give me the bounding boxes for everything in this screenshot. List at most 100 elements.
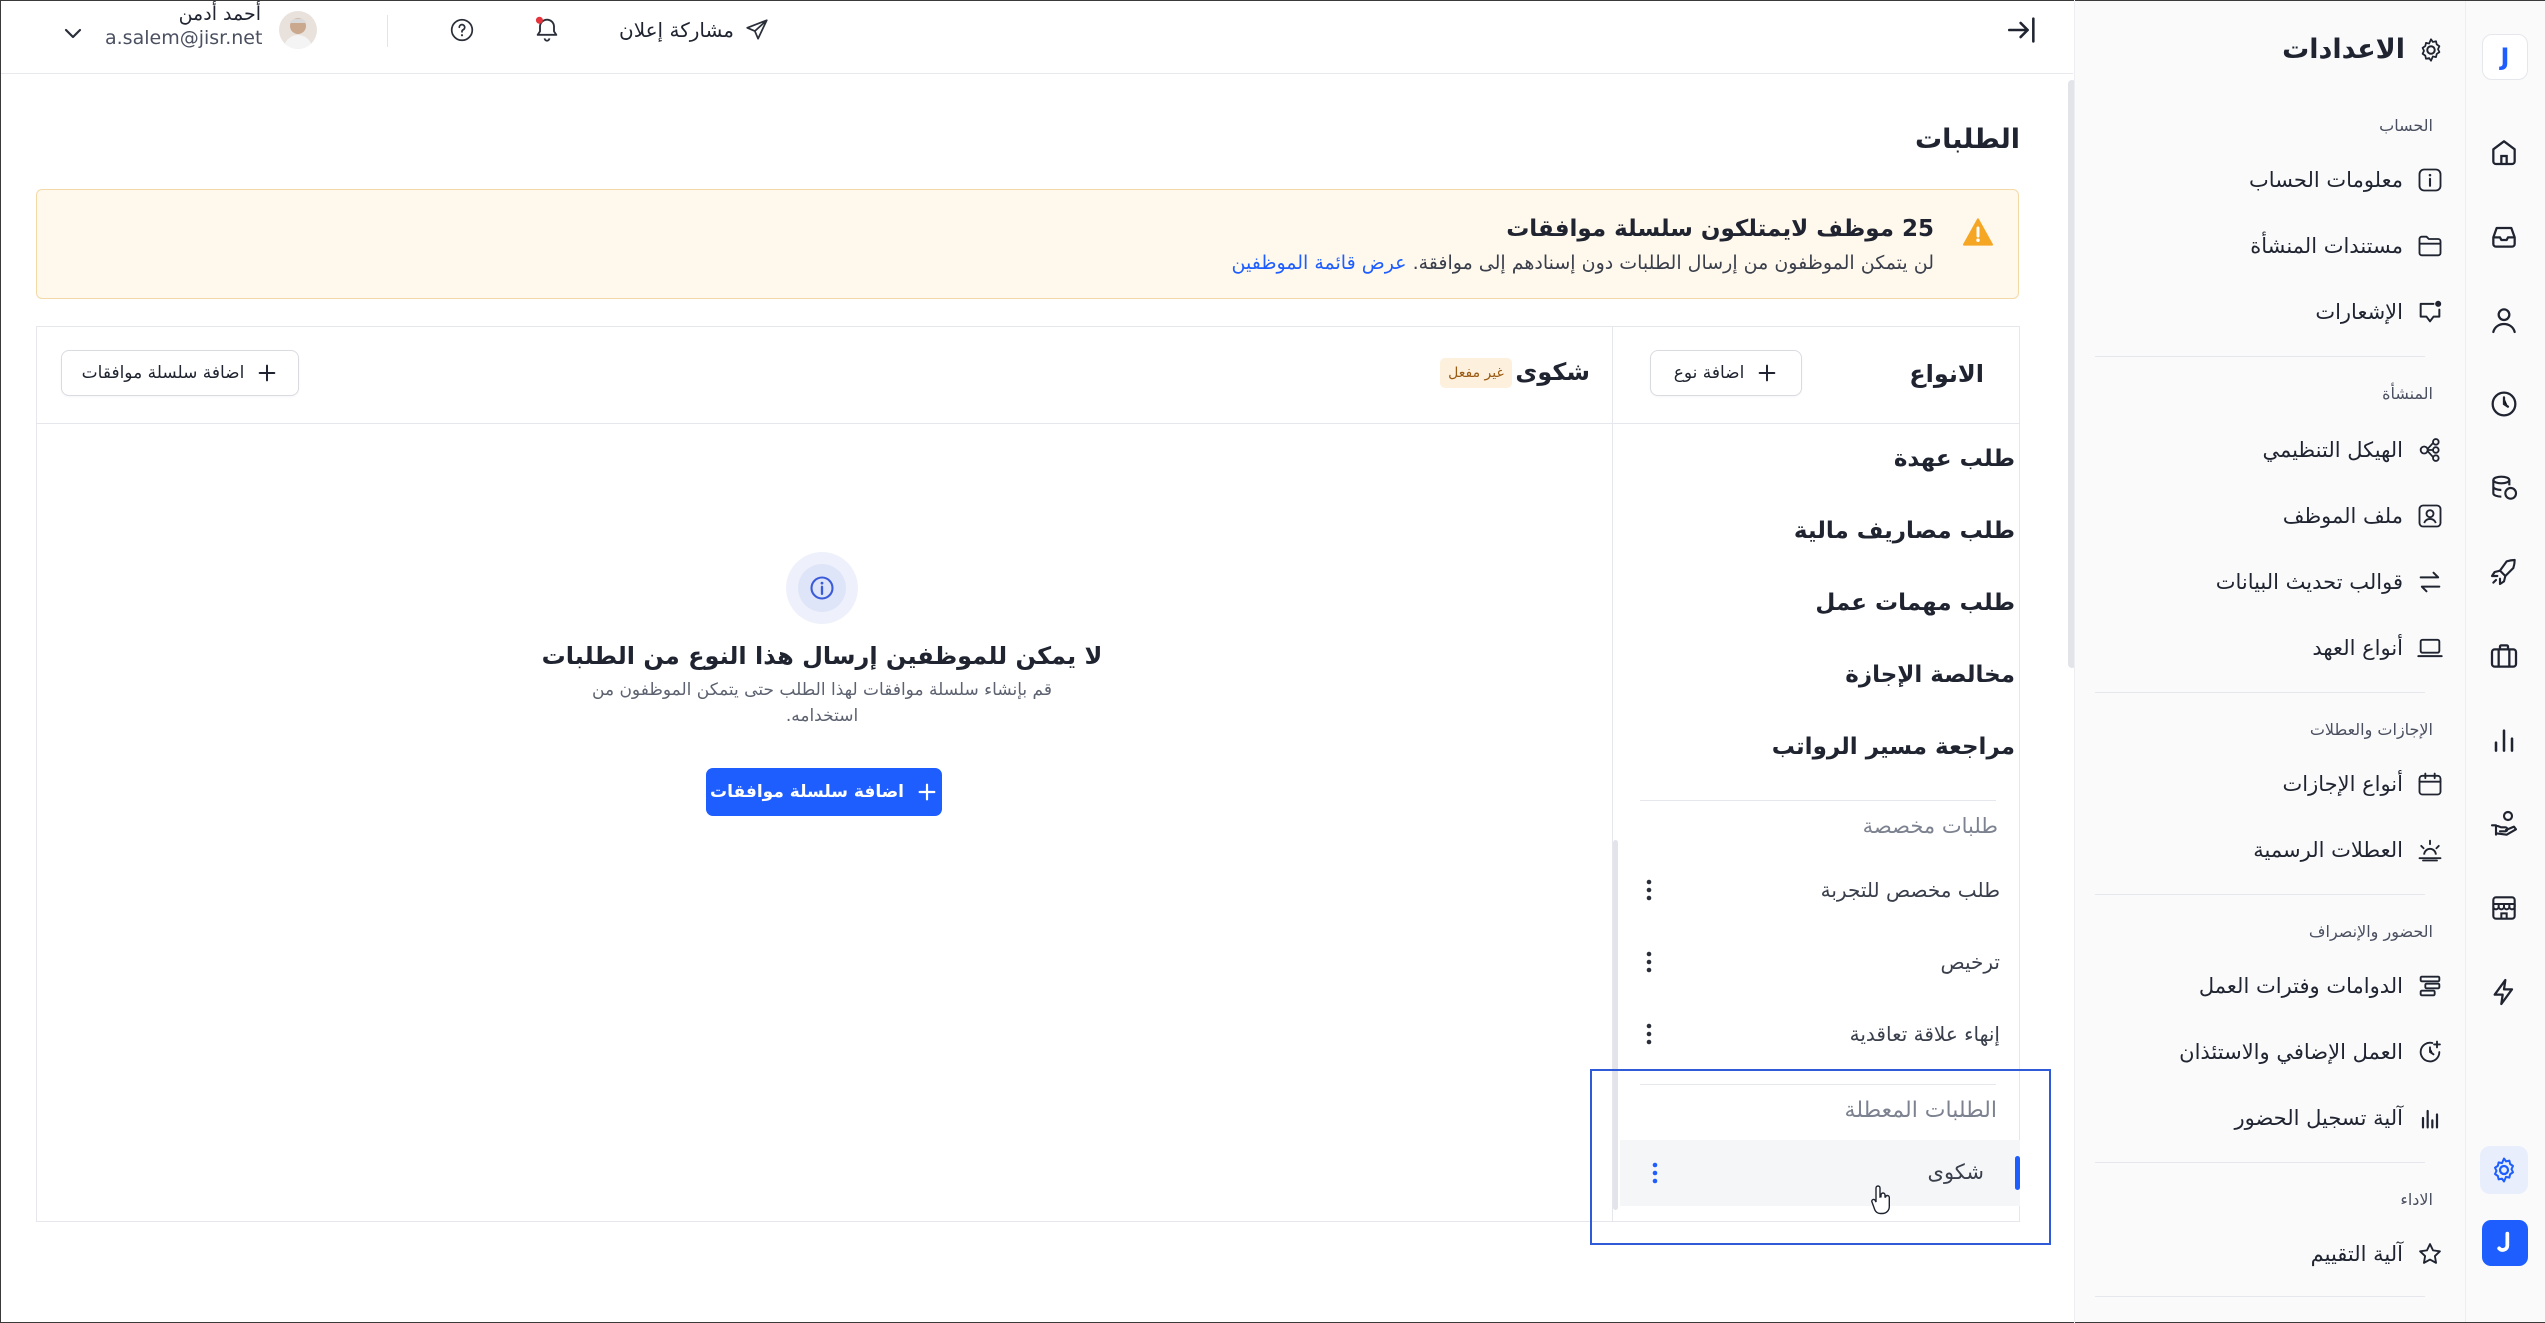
plus-icon (1756, 362, 1778, 384)
sidebar-divider (2095, 1296, 2425, 1297)
sidebar-divider (2095, 692, 2425, 693)
settings-icon[interactable] (2480, 1146, 2528, 1194)
chart-icon[interactable] (2484, 720, 2524, 760)
sidebar-item-label: قوالب تحديث البيانات (2215, 570, 2403, 594)
sidebar-header: الاعدادات (2282, 34, 2445, 65)
custom-request-row[interactable]: طلب مخصص للتجربة (1640, 862, 2000, 918)
clock-plus-icon (2415, 1037, 2445, 1067)
briefcase-icon[interactable] (2484, 636, 2524, 676)
employees-list-link[interactable]: عرض قائمة الموظفين (1232, 252, 1407, 274)
sidebar-item-data-update-templates[interactable]: قوالب تحديث البيانات (2216, 560, 2445, 604)
sidebar-item-employee-profile[interactable]: ملف الموظف (2283, 494, 2445, 538)
hand-coin-icon[interactable] (2484, 804, 2524, 844)
empty-state-title: لا يمكن للموظفين إرسال هذا النوع من الطل… (541, 642, 1103, 670)
detail-title: شكوى (1515, 358, 1590, 386)
sidebar-section-label: الحساب (2379, 116, 2433, 135)
type-item[interactable]: طلب مهمات عمل (1815, 590, 2015, 616)
add-type-button[interactable]: اضافة نوع (1650, 350, 1802, 396)
divider (387, 15, 388, 47)
sidebar-divider (2095, 1162, 2425, 1163)
sidebar-item-attendance-method[interactable]: آلية تسجيل الحضور (2234, 1096, 2445, 1140)
share-announcement-label: مشاركة إعلان (619, 18, 735, 42)
cursor-hand-icon (1870, 1184, 1894, 1216)
bolt-icon[interactable] (2484, 972, 2524, 1012)
swap-arrows-icon (2415, 567, 2445, 597)
type-item[interactable]: طلب عهدة (1894, 446, 2015, 472)
folder-icon (2415, 231, 2445, 261)
more-vertical-icon[interactable] (1640, 947, 1658, 977)
sidebar-item-label: أنواع العهد (2312, 636, 2403, 660)
warning-text: لن يتمكن الموظفون من إرسال الطلبات دون إ… (1232, 252, 1934, 274)
add-approval-chain-primary-button[interactable]: اضافة سلسلة موافقات (706, 768, 942, 816)
sidebar-divider (2095, 356, 2425, 357)
profile-card-icon (2415, 501, 2445, 531)
sidebar-item-label: الهيكل التنظيمي (2262, 438, 2403, 462)
home-icon[interactable] (2484, 132, 2524, 172)
info-card-icon (2415, 165, 2445, 195)
timeline-icon (2415, 971, 2445, 1001)
sidebar-item-label: مستندات المنشأة (2250, 234, 2403, 258)
app-logo[interactable]: J (2482, 34, 2528, 80)
help-icon[interactable] (449, 17, 475, 43)
list-divider (1640, 800, 1996, 801)
org-chart-icon (2415, 435, 2445, 465)
more-vertical-icon[interactable] (1646, 1158, 1664, 1188)
custom-request-row[interactable]: إنهاء علاقة تعاقدية (1640, 1006, 2000, 1062)
sidebar-item-label: الدوامات وفترات العمل (2198, 974, 2403, 998)
user-icon[interactable] (2484, 300, 2524, 340)
status-badge: غير مفعل (1440, 358, 1512, 388)
add-approval-chain-label: اضافة سلسلة موافقات (81, 363, 245, 383)
store-icon[interactable] (2484, 888, 2524, 928)
top-bar: أحمد أدمن a.salem@jisr.net مشاركة إعلان (1, 1, 2073, 74)
sidebar-item-shifts[interactable]: الدوامات وفترات العمل (2199, 964, 2445, 1008)
disabled-request-label: شكوى (1927, 1160, 1984, 1184)
sidebar-item-evaluation[interactable]: آلية التقييم (2311, 1232, 2445, 1276)
collapse-sidebar-icon[interactable] (2005, 13, 2039, 47)
type-item[interactable]: مراجعة مسير الرواتب (1772, 734, 2015, 760)
sidebar-item-label: العطلات الرسمية (2253, 838, 2403, 862)
disabled-requests-heading: الطلبات المعطلة (1844, 1098, 1997, 1123)
coins-icon[interactable] (2484, 468, 2524, 508)
empty-state-text-2: استخدامه. (785, 706, 859, 726)
warning-icon (1962, 216, 1994, 248)
sidebar-item-account-info[interactable]: معلومات الحساب (2249, 158, 2445, 202)
sidebar-item-public-holidays[interactable]: العطلات الرسمية (2253, 828, 2445, 872)
more-vertical-icon[interactable] (1640, 875, 1658, 905)
empty-state-text-1: قم بإنشاء سلسلة موافقات لهذا الطلب حتى ي… (592, 680, 1052, 700)
warning-body: لن يتمكن الموظفون من إرسال الطلبات دون إ… (1412, 252, 1934, 274)
bell-icon[interactable] (533, 15, 561, 43)
sidebar-item-org-structure[interactable]: الهيكل التنظيمي (2262, 428, 2445, 472)
laptop-icon (2415, 633, 2445, 663)
sidebar-item-leave-types[interactable]: أنواع الإجازات (2282, 762, 2445, 806)
sidebar-item-label: آلية تسجيل الحضور (2234, 1106, 2403, 1130)
selected-indicator (2015, 1156, 2020, 1190)
primary-button-label: اضافة سلسلة موافقات (710, 782, 904, 802)
types-title: الانواع (1909, 360, 1984, 388)
sidebar-item-company-documents[interactable]: مستندات المنشأة (2250, 224, 2445, 268)
send-icon (744, 17, 770, 43)
brand-logo-icon[interactable] (2482, 1220, 2528, 1266)
custom-requests-heading: طلبات مخصصة (1862, 814, 1998, 838)
more-vertical-icon[interactable] (1640, 1019, 1658, 1049)
warning-banner: 25 موظف لايمتلكون سلسلة موافقات لن يتمكن… (36, 189, 2019, 299)
sidebar-item-custody-types[interactable]: أنواع العهد (2312, 626, 2445, 670)
add-approval-chain-button[interactable]: اضافة سلسلة موافقات (61, 350, 299, 396)
info-icon (786, 552, 858, 624)
avatar[interactable] (279, 11, 317, 49)
clock-icon[interactable] (2484, 384, 2524, 424)
rocket-icon[interactable] (2484, 552, 2524, 592)
sidebar-section-label: الحضور والإنصراف (2308, 922, 2433, 941)
chevron-down-icon[interactable] (61, 21, 85, 45)
custom-request-row[interactable]: ترخيص (1640, 934, 2000, 990)
inbox-icon[interactable] (2484, 216, 2524, 256)
disabled-request-row-selected[interactable]: شكوى (1620, 1140, 2020, 1215)
custom-request-label: طلب مخصص للتجربة (1820, 878, 2000, 902)
type-item[interactable]: مخالصة الإجازة (1845, 662, 2015, 688)
sidebar-item-label: الإشعارات (2315, 300, 2403, 324)
add-type-label: اضافة نوع (1673, 363, 1745, 383)
sidebar-item-notifications[interactable]: الإشعارات (2315, 290, 2445, 334)
share-announcement-button[interactable]: مشاركة إعلان (619, 15, 770, 45)
sidebar-item-overtime[interactable]: العمل الإضافي والاستئذان (2179, 1030, 2445, 1074)
page-title: الطلبات (1914, 124, 2020, 155)
type-item[interactable]: طلب مصاريف مالية (1794, 518, 2015, 544)
